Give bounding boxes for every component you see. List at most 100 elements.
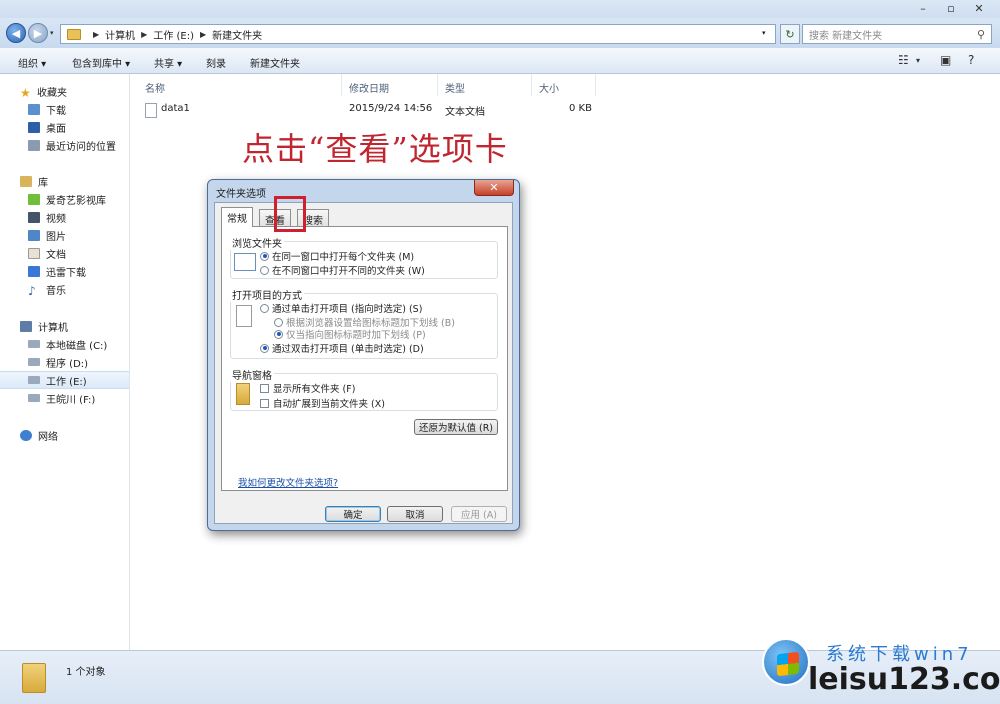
share-button[interactable]: 共享 ▾	[154, 55, 182, 70]
breadcrumb-drive-e[interactable]: 工作 (E:)	[153, 27, 194, 42]
radio-double-click[interactable]	[260, 343, 269, 353]
sidebar-label: 爱奇艺影视库	[46, 195, 106, 207]
organize-button[interactable]: 组织 ▾	[18, 55, 46, 70]
sidebar-item-videos[interactable]: 视频	[0, 208, 129, 226]
help-icon[interactable]: ?	[968, 53, 974, 67]
column-divider[interactable]	[531, 74, 532, 96]
sidebar-item-drive-d[interactable]: 程序 (D:)	[0, 353, 129, 371]
picture-library-icon	[28, 229, 40, 241]
dialog-body: 常规 查看 搜索 浏览文件夹 在同一窗口中打开每个文件夹 (M) 在不同窗口中打…	[214, 202, 513, 524]
sidebar-item-documents[interactable]: 文档	[0, 244, 129, 262]
sidebar-computer[interactable]: 计算机	[0, 317, 129, 335]
thunder-download-icon	[28, 265, 40, 277]
column-divider[interactable]	[595, 74, 596, 96]
option-label: 显示所有文件夹 (F)	[273, 384, 356, 395]
option-same-window[interactable]: 在同一窗口中打开每个文件夹 (M)	[260, 249, 414, 263]
ok-button[interactable]: 确定	[325, 506, 381, 522]
sidebar-item-recent[interactable]: 最近访问的位置	[0, 136, 129, 154]
sidebar-libraries[interactable]: 库	[0, 172, 129, 190]
command-toolbar: 组织 ▾ 包含到库中 ▾ 共享 ▾ 刻录 新建文件夹 ☷ ▾ ▣ ?	[0, 48, 1000, 74]
search-input[interactable]: 搜索 新建文件夹 ⚲	[802, 24, 992, 44]
option-single-click[interactable]: 通过单击打开项目 (指向时选定) (S)	[260, 301, 422, 315]
column-header-modified[interactable]: 修改日期	[349, 80, 389, 95]
sidebar-item-drive-f[interactable]: 王皖川 (F:)	[0, 389, 129, 407]
view-dropdown[interactable]: ▾	[916, 56, 920, 65]
radio-underline-point[interactable]	[274, 329, 283, 339]
include-library-button[interactable]: 包含到库中 ▾	[72, 55, 130, 70]
folder-icon	[22, 663, 46, 693]
preview-pane-icon[interactable]: ▣	[940, 53, 951, 67]
sidebar-item-downloads[interactable]: 下载	[0, 100, 129, 118]
sidebar-item-desktop[interactable]: 桌面	[0, 118, 129, 136]
computer-icon	[20, 320, 32, 332]
sidebar-item-thunder[interactable]: 迅雷下载	[0, 262, 129, 280]
cancel-button[interactable]: 取消	[387, 506, 443, 522]
sidebar-label: 王皖川 (F:)	[46, 394, 96, 406]
sidebar-label: 工作 (E:)	[46, 376, 87, 388]
column-header-name[interactable]: 名称	[145, 80, 165, 95]
sidebar-network[interactable]: 网络	[0, 426, 129, 444]
option-auto-expand[interactable]: 自动扩展到当前文件夹 (X)	[260, 396, 385, 410]
iqiyi-library-icon	[28, 193, 40, 205]
sidebar-item-iqiyi[interactable]: 爱奇艺影视库	[0, 190, 129, 208]
burn-button[interactable]: 刻录	[206, 55, 226, 70]
maximize-button[interactable]: ▫	[940, 0, 962, 16]
apply-button[interactable]: 应用 (A)	[451, 506, 507, 522]
restore-defaults-button[interactable]: 还原为默认值 (R)	[414, 419, 498, 435]
sidebar-item-drive-e[interactable]: 工作 (E:)	[0, 371, 129, 389]
radio-underline-browser[interactable]	[274, 317, 283, 327]
sidebar-label: 迅雷下载	[46, 267, 86, 279]
radio-same-window[interactable]	[260, 251, 269, 261]
click-items-label: 打开项目的方式	[230, 287, 304, 302]
close-icon: ✕	[489, 181, 499, 194]
sidebar-label: 库	[38, 177, 48, 189]
tab-general[interactable]: 常规	[221, 207, 253, 227]
folder-icon	[67, 28, 81, 40]
table-row[interactable]: data1 2015/9/24 14:56 文本文档 0 KB	[141, 100, 601, 118]
text-file-icon	[145, 103, 157, 118]
column-header-size[interactable]: 大小	[539, 80, 559, 95]
address-field[interactable]: ▶ 计算机 ▶ 工作 (E:) ▶ 新建文件夹	[60, 24, 776, 44]
address-bar-area: ◀ ▶ ▾ ▶ 计算机 ▶ 工作 (E:) ▶ 新建文件夹 ▾ ↻ 搜索 新建文…	[0, 18, 1000, 48]
tab-highlight-box	[274, 196, 306, 232]
dialog-close-button[interactable]: ✕	[474, 180, 514, 196]
sidebar-favorites[interactable]: ★ 收藏夹	[0, 82, 129, 100]
radio-new-window[interactable]	[260, 265, 269, 275]
option-new-window[interactable]: 在不同窗口中打开不同的文件夹 (W)	[260, 263, 425, 277]
option-underline-point[interactable]: 仅当指向图标标题时加下划线 (P)	[274, 327, 426, 341]
sidebar-label: 网络	[38, 431, 58, 443]
refresh-button[interactable]: ↻	[780, 24, 800, 44]
checkbox-auto-expand[interactable]	[260, 398, 269, 408]
sidebar-item-music[interactable]: ♪ 音乐	[0, 280, 129, 298]
forward-button[interactable]: ▶	[28, 23, 48, 43]
radio-single-click[interactable]	[260, 303, 269, 313]
sidebar-label: 计算机	[38, 322, 68, 334]
minimize-button[interactable]: –	[912, 0, 934, 16]
navigation-pane-label: 导航窗格	[230, 367, 274, 382]
folder-options-dialog: 文件夹选项 ✕ 常规 查看 搜索 浏览文件夹 在同一窗口中打开每个文件夹 (M)…	[207, 179, 520, 531]
chevron-right-icon: ▶	[93, 29, 100, 39]
sidebar-item-pictures[interactable]: 图片	[0, 226, 129, 244]
address-dropdown[interactable]: ▾	[762, 29, 766, 37]
chevron-right-icon: ▶	[141, 29, 148, 39]
column-header-type[interactable]: 类型	[445, 80, 465, 95]
item-count: 1 个对象	[66, 667, 106, 678]
option-show-all-folders[interactable]: 显示所有文件夹 (F)	[260, 381, 355, 395]
option-double-click[interactable]: 通过双击打开项目 (单击时选定) (D)	[260, 341, 424, 355]
column-divider[interactable]	[341, 74, 342, 96]
search-icon[interactable]: ⚲	[977, 28, 985, 41]
sidebar-label: 程序 (D:)	[46, 358, 89, 370]
checkbox-show-all-folders[interactable]	[260, 383, 269, 393]
drive-icon	[28, 394, 40, 402]
recent-pages-dropdown[interactable]: ▾	[50, 29, 54, 37]
close-window-button[interactable]: ✕	[968, 0, 990, 16]
view-options-icon[interactable]: ☷	[898, 53, 909, 67]
help-link[interactable]: 我如何更改文件夹选项?	[238, 475, 338, 489]
new-folder-button[interactable]: 新建文件夹	[250, 55, 300, 70]
column-divider[interactable]	[437, 74, 438, 96]
breadcrumb-computer[interactable]: 计算机	[105, 27, 135, 42]
sidebar-item-drive-c[interactable]: 本地磁盘 (C:)	[0, 335, 129, 353]
breadcrumb-folder[interactable]: 新建文件夹	[212, 27, 262, 42]
back-button[interactable]: ◀	[6, 23, 26, 43]
recent-places-icon	[28, 139, 40, 151]
